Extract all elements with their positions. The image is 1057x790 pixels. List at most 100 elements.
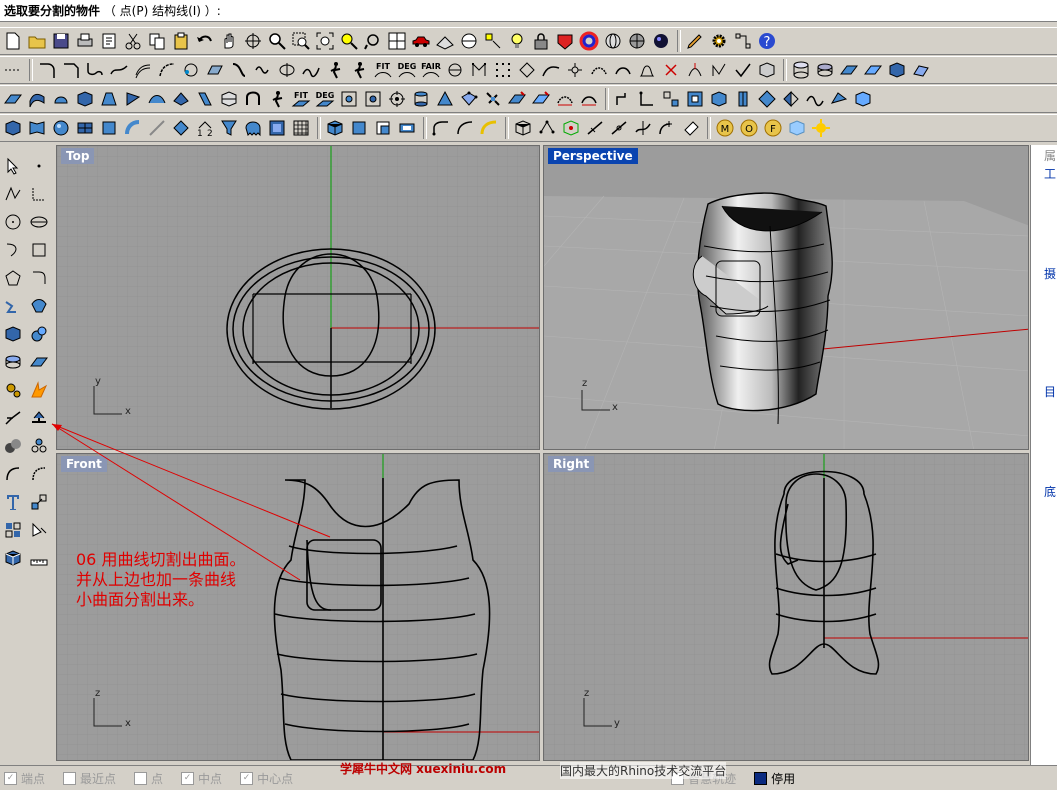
cylinder-2-icon[interactable] [814,59,836,81]
text-icon[interactable] [2,491,24,513]
chamfer-curve-icon[interactable] [60,59,82,81]
barrel-icon[interactable] [410,88,432,110]
split-7-icon[interactable] [756,88,778,110]
pan-hand-icon[interactable] [218,30,240,52]
polyline-icon[interactable] [2,183,24,205]
zoom-selected-icon[interactable] [338,30,360,52]
box-icon[interactable] [886,59,908,81]
tag-icon[interactable] [680,117,702,139]
panel-tab-1[interactable]: 工 [1044,165,1056,182]
plane-surface-icon[interactable] [838,59,860,81]
boolean-icon[interactable] [2,435,24,457]
jellyfish-icon[interactable] [242,117,264,139]
pts-box-icon[interactable] [536,117,558,139]
extend-curve-icon[interactable] [156,59,178,81]
dashed-line-icon[interactable] [2,59,24,81]
curve-tool-2-icon[interactable] [28,463,50,485]
checkbox-disable[interactable] [754,771,768,785]
funnel-icon[interactable] [218,117,240,139]
import-icon[interactable] [98,30,120,52]
fillet-icon[interactable] [28,267,50,289]
insert-knot-icon[interactable] [684,59,706,81]
zoom-window-icon[interactable] [290,30,312,52]
surface-8-icon[interactable] [170,88,192,110]
sweep-icon[interactable] [228,59,250,81]
osnap-icon[interactable] [482,30,504,52]
surface-9-icon[interactable] [194,88,216,110]
arc-edit-icon[interactable] [588,59,610,81]
surface-pen-icon[interactable] [506,88,528,110]
control-points-icon[interactable] [468,59,490,81]
fair-curve-icon[interactable]: FAIR [420,59,442,81]
surface-dots-icon[interactable] [458,88,480,110]
wire-sphere-icon[interactable] [602,30,624,52]
box-solid-3-icon[interactable] [372,117,394,139]
split-4-icon[interactable] [684,88,706,110]
zoom-extents-icon[interactable] [314,30,336,52]
surface-11-icon[interactable] [242,88,264,110]
snap-near[interactable]: 最近点 [63,770,116,787]
curve-edit-icon[interactable] [540,59,562,81]
split-11-icon[interactable] [852,88,874,110]
command-options[interactable]: （ 点(P) 结构线(I) ）: [104,4,221,18]
curve-tool-icon[interactable] [2,463,24,485]
solid-6-icon[interactable] [122,117,144,139]
split-1-icon[interactable] [612,88,634,110]
split-2-icon[interactable] [636,88,658,110]
split-6-icon[interactable] [732,88,754,110]
checkbox-near[interactable] [63,771,77,785]
curve-pt-icon[interactable] [708,59,730,81]
curve-pts-4-icon[interactable] [656,117,678,139]
panel-tab-0[interactable]: 属 [1044,147,1056,164]
checkbox-end[interactable]: ✓ [4,771,17,785]
rendered-sphere-icon[interactable] [650,30,672,52]
gear-tools-icon[interactable] [2,379,24,401]
check-curve-icon[interactable] [732,59,754,81]
sun-icon[interactable] [810,117,832,139]
surface-patch-icon[interactable] [28,295,50,317]
shaded-sphere-icon[interactable] [626,30,648,52]
bell-icon[interactable] [636,59,658,81]
cone-icon[interactable] [434,88,456,110]
walking-man-2-icon[interactable] [348,59,370,81]
viewport-front-label[interactable]: Front [61,456,107,472]
car-render-icon[interactable] [410,30,432,52]
print-icon[interactable] [74,30,96,52]
circle-icon[interactable] [2,211,24,233]
split-5-icon[interactable] [708,88,730,110]
trim-curve-2-icon[interactable] [454,117,476,139]
split-8-icon[interactable] [780,88,802,110]
cut-icon[interactable] [122,30,144,52]
surface-4-icon[interactable] [74,88,96,110]
fillet-curve-icon[interactable] [36,59,58,81]
group-icon[interactable] [28,435,50,457]
curve-pts-icon[interactable] [584,117,606,139]
save-icon[interactable] [50,30,72,52]
copy-icon[interactable] [146,30,168,52]
split-icon[interactable] [28,407,50,429]
box-solid-2-icon[interactable] [348,117,370,139]
polygon-icon[interactable] [2,267,24,289]
rail-revolve-icon[interactable] [276,59,298,81]
sphere-icon[interactable] [50,117,72,139]
mesh-icon[interactable] [2,351,24,373]
cylinder-icon[interactable] [790,59,812,81]
trim-curve-3-icon[interactable] [478,117,500,139]
arc-icon[interactable] [2,239,24,261]
grid-points-icon[interactable] [338,88,360,110]
surface-pen-2-icon[interactable] [530,88,552,110]
rebuild-icon[interactable] [252,59,274,81]
array-icon[interactable] [2,519,24,541]
box-solid-4-icon[interactable] [396,117,418,139]
curve-check-icon[interactable] [300,59,322,81]
panel-tab-4[interactable]: 底 [1044,483,1056,500]
blend-curve-icon[interactable] [84,59,106,81]
texture-icon[interactable] [266,117,288,139]
undo-view-icon[interactable] [362,30,384,52]
rotate-view-icon[interactable] [242,30,264,52]
rectangle-icon[interactable] [28,239,50,261]
trim-curve-icon[interactable] [430,117,452,139]
points-12-icon[interactable]: 12 [194,117,216,139]
cplane-icon[interactable] [458,30,480,52]
solid-1-icon[interactable] [2,117,24,139]
